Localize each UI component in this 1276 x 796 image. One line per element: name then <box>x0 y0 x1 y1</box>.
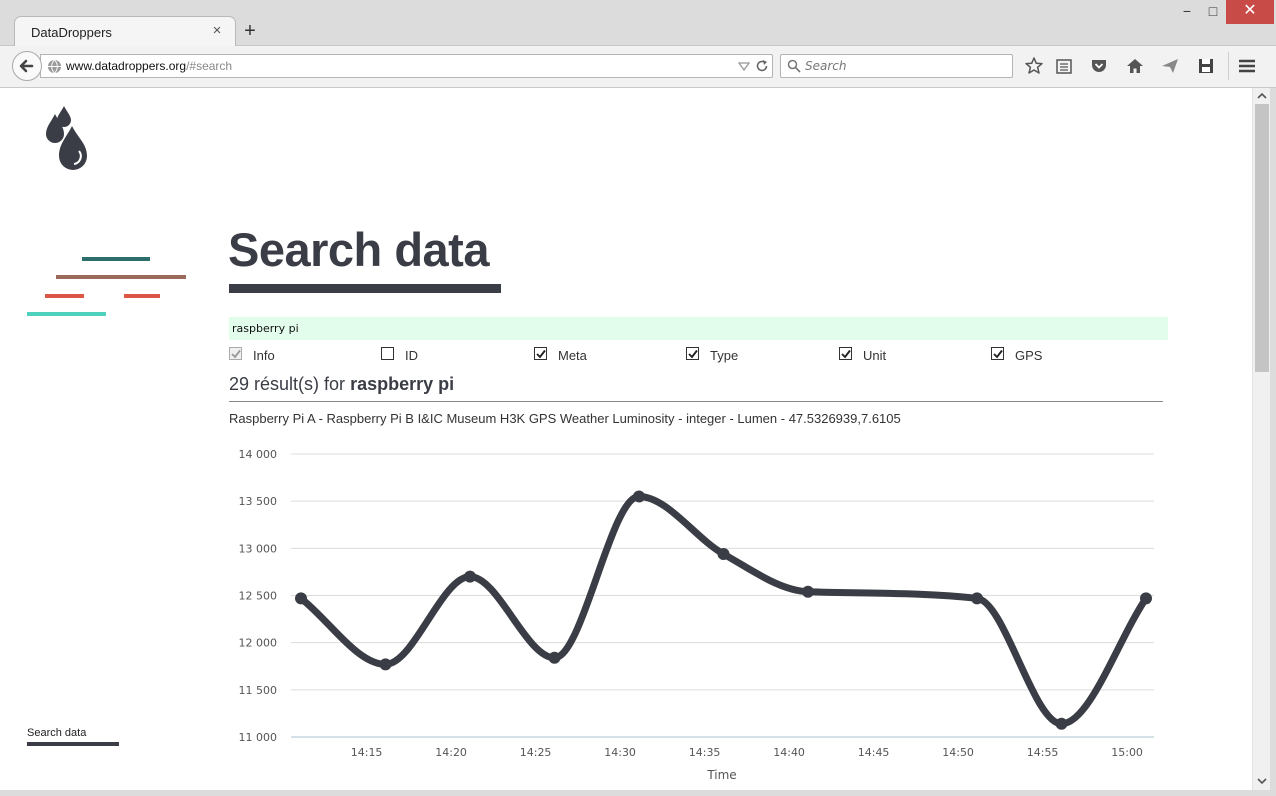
decor-line <box>82 257 150 261</box>
filter-checkbox[interactable] <box>686 347 699 360</box>
scroll-down-arrow-icon[interactable] <box>1257 776 1267 786</box>
y-tick-label: 11 500 <box>239 684 278 697</box>
url-bar[interactable]: www.datadroppers.org/#search <box>40 54 773 78</box>
x-tick-label: 14:45 <box>858 746 890 759</box>
globe-icon <box>47 59 62 74</box>
data-point <box>1140 592 1152 605</box>
y-tick-label: 13 500 <box>239 495 278 508</box>
vertical-scrollbar[interactable] <box>1252 88 1270 790</box>
data-point <box>379 658 392 671</box>
filter-label: Meta <box>558 348 587 363</box>
filter-checkbox[interactable] <box>229 347 242 360</box>
x-tick-label: 15:00 <box>1111 746 1143 759</box>
back-arrow-icon <box>19 59 34 73</box>
x-tick-label: 14:50 <box>942 746 974 759</box>
filter-label: GPS <box>1015 348 1043 363</box>
url-host: www.datadroppers.org <box>66 59 187 73</box>
window-maximize-button[interactable]: □ <box>1198 0 1228 24</box>
save-icon[interactable] <box>1196 56 1216 76</box>
back-button[interactable] <box>12 51 42 81</box>
data-point <box>633 490 645 503</box>
filter-checkbox[interactable] <box>381 347 394 360</box>
x-tick-label: 14:20 <box>435 746 467 759</box>
browser-search-input[interactable] <box>805 58 1005 74</box>
checkmark-icon <box>231 349 241 359</box>
scrollbar-thumb[interactable] <box>1255 104 1269 372</box>
reading-list-icon[interactable] <box>1054 56 1074 76</box>
scroll-up-arrow-icon[interactable] <box>1257 91 1267 101</box>
data-point <box>548 651 561 664</box>
decor-line <box>124 294 160 298</box>
y-tick-label: 14 000 <box>239 448 278 461</box>
filter-label: Info <box>253 348 275 363</box>
y-tick-label: 12 000 <box>239 637 278 650</box>
tab-close-icon[interactable]: × <box>209 22 225 40</box>
toolbar-separator <box>1228 52 1229 80</box>
window-close-button[interactable]: ✕ <box>1226 0 1274 24</box>
reload-icon[interactable] <box>755 59 769 73</box>
result-description: Raspberry Pi A - Raspberry Pi B I&IC Mus… <box>229 411 901 426</box>
sidebar-link-underline <box>27 742 119 746</box>
results-count-query: raspberry pi <box>350 374 455 394</box>
data-point <box>1055 717 1068 730</box>
filter-label: ID <box>405 348 418 363</box>
search-query-input[interactable] <box>229 317 1168 340</box>
window-frame-right <box>1270 88 1276 796</box>
data-point <box>971 592 983 605</box>
decor-line <box>56 275 186 279</box>
x-tick-label: 14:25 <box>520 746 552 759</box>
url-path: /#search <box>186 59 233 73</box>
search-icon <box>787 59 801 73</box>
data-point <box>717 547 730 560</box>
url-dropdown-icon[interactable] <box>738 60 750 72</box>
checkmark-icon <box>993 349 1003 359</box>
checkmark-icon <box>841 349 851 359</box>
bookmark-star-icon[interactable] <box>1024 56 1044 76</box>
page-viewport: Search data Info ID Meta Type Unit GPS 29 rés… <box>0 88 1252 790</box>
url-text[interactable]: www.datadroppers.org/#search <box>66 59 232 73</box>
x-tick-label: 14:35 <box>689 746 721 759</box>
decor-line <box>45 294 84 298</box>
filter-label: Type <box>710 348 739 363</box>
browser-navbar: www.datadroppers.org/#search <box>0 46 1276 88</box>
filter-checkbox[interactable] <box>534 347 547 360</box>
x-tick-label: 14:15 <box>351 746 383 759</box>
tab-title: DataDroppers <box>31 25 112 40</box>
checkmark-icon <box>536 349 546 359</box>
filter-label: Unit <box>863 348 887 363</box>
x-tick-label: 14:40 <box>773 746 805 759</box>
new-tab-button[interactable]: + <box>240 20 260 42</box>
pocket-icon[interactable] <box>1089 56 1109 76</box>
filter-checkbox[interactable] <box>839 347 852 360</box>
results-divider <box>229 401 1163 402</box>
droplets-logo-icon <box>46 106 87 170</box>
y-tick-label: 11 000 <box>239 731 278 744</box>
browser-search-bar[interactable] <box>780 54 1013 78</box>
title-underline <box>229 284 501 293</box>
decor-line <box>27 312 106 316</box>
x-tick-label: 14:55 <box>1027 746 1059 759</box>
data-point <box>802 585 814 598</box>
data-point <box>295 592 307 605</box>
filter-checkbox[interactable] <box>991 347 1004 360</box>
results-count-prefix: 29 résult(s) for <box>229 374 346 394</box>
home-icon[interactable] <box>1125 56 1145 76</box>
x-axis-label: Time <box>706 768 736 782</box>
y-tick-label: 12 500 <box>239 590 278 603</box>
browser-titlebar: DataDroppers × + − □ ✕ <box>0 0 1276 47</box>
data-point <box>464 570 476 583</box>
browser-tab[interactable]: DataDroppers × <box>14 16 236 47</box>
send-icon[interactable] <box>1160 56 1180 76</box>
results-count: 29 résult(s) for raspberry pi <box>229 374 454 395</box>
page-title: Search data <box>228 223 489 276</box>
hamburger-menu-icon[interactable] <box>1237 56 1257 76</box>
luminosity-line-chart: 11 000 11 500 12 000 12 500 13 000 13 500 14 0… <box>239 448 1154 782</box>
y-tick-label: 13 000 <box>239 542 278 555</box>
window-frame-bottom <box>0 790 1276 796</box>
x-tick-label: 14:30 <box>604 746 636 759</box>
sidebar-link-search-data[interactable]: Search data <box>27 727 86 739</box>
checkmark-icon <box>688 349 698 359</box>
